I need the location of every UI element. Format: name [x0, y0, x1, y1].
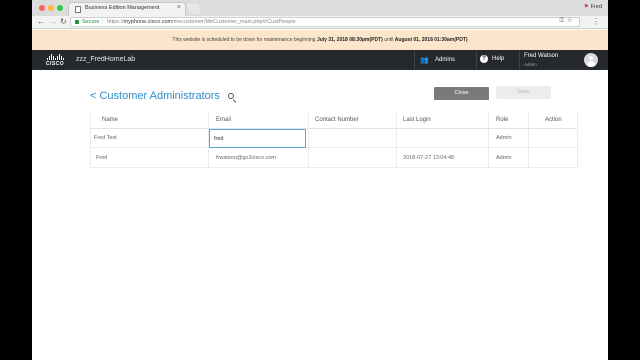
customer-name: zzz_FredHomeLab — [76, 56, 136, 63]
table-header: Name Email Contact Number Last Login Rol… — [90, 112, 578, 129]
admins-label: Admins — [435, 57, 456, 63]
name-cell: Fred — [96, 155, 108, 161]
secure-label: Secure — [82, 19, 100, 25]
page-title[interactable]: < Customer Administrators — [90, 90, 220, 102]
close-window-button[interactable] — [39, 5, 45, 11]
column-header-name: Name — [102, 117, 119, 123]
back-arrow-icon[interactable]: ← — [37, 17, 45, 27]
cisco-logo-text: CISCO — [45, 61, 65, 67]
url-path: /mecustomer/MeCustomer_main.php#/CustPeo… — [172, 19, 296, 25]
column-header-last-login: Last Login — [403, 117, 431, 123]
column-header-action: Action — [545, 117, 562, 123]
tab-title: Business Edition Management — [85, 5, 160, 11]
close-button[interactable]: Close — [434, 87, 489, 100]
user-name: Fred Watson — [524, 53, 559, 59]
cisco-logo-bars — [44, 54, 66, 60]
search-icon[interactable] — [228, 93, 237, 104]
banner-prefix: This website is scheduled to be down for… — [172, 37, 317, 43]
banner-end-time: August 01, 2018 01:30am(PDT) — [394, 37, 468, 43]
lock-icon — [75, 20, 79, 24]
user-role: Admin — [524, 62, 537, 67]
new-tab-button[interactable] — [186, 4, 202, 14]
email-field[interactable] — [209, 129, 306, 148]
avatar[interactable] — [584, 53, 598, 67]
admins-button[interactable]: 👥 Admins — [416, 50, 476, 70]
table-row[interactable]: Fred frwatson@go2cisco.com 2018-07-27 13… — [90, 149, 578, 168]
tab-strip: Business Edition Management × ⚑ Fred — [32, 0, 608, 16]
address-bar[interactable]: Secure | https://myphone.cisco.com/mecus… — [70, 17, 580, 27]
contact-number-field[interactable] — [312, 129, 392, 148]
table-row-edit: Fred Test Admin — [90, 129, 578, 148]
role-cell[interactable]: Admin — [496, 129, 512, 148]
browser-toolbar: ← → ↻ Secure | https://myphone.cisco.com… — [32, 16, 608, 29]
role-cell: Admin — [496, 155, 512, 161]
url-scheme: https:// — [107, 19, 124, 25]
banner-start-time: July 31, 2018 08:30pm(PDT) — [316, 37, 383, 43]
profile-name: Fred — [590, 4, 602, 10]
cisco-logo: CISCO — [44, 54, 66, 67]
users-icon: 👥 — [420, 57, 429, 64]
profile-icon: ⚑ — [583, 4, 589, 10]
browser-tab[interactable]: Business Edition Management × — [68, 2, 186, 16]
header-divider — [519, 50, 520, 70]
avatar-body — [587, 61, 595, 67]
browser-menu-icon[interactable]: ⋮ — [592, 17, 600, 26]
page-icon — [75, 6, 81, 13]
column-header-role: Role — [496, 117, 509, 123]
user-menu[interactable]: Fred Watson Admin — [522, 52, 582, 68]
help-label: Help — [492, 56, 505, 62]
maximize-window-button[interactable] — [57, 5, 63, 11]
column-header-email: Email — [216, 117, 232, 123]
app-header: CISCO zzz_FredHomeLab 👥 Admins ? Help Fr… — [32, 50, 608, 70]
help-icon: ? — [480, 55, 488, 63]
forward-arrow-icon[interactable]: → — [49, 17, 57, 27]
reload-icon[interactable]: ↻ — [60, 17, 67, 27]
minimize-window-button[interactable] — [48, 5, 54, 11]
avatar-head — [589, 56, 593, 60]
maintenance-banner: This website is scheduled to be down for… — [32, 30, 608, 50]
email-cell: frwatson@go2cisco.com — [216, 155, 276, 161]
last-login-cell: 2018-07-27 13:04:48 — [403, 155, 455, 161]
close-tab-icon[interactable]: × — [177, 4, 181, 11]
url-host: myphone.cisco.com — [123, 19, 173, 25]
banner-middle: until — [382, 37, 395, 43]
name-field[interactable]: Fred Test — [94, 129, 117, 148]
help-button[interactable]: ? Help — [478, 50, 520, 70]
browser-window: Business Edition Management × ⚑ Fred ← → … — [32, 0, 608, 360]
header-divider — [476, 50, 477, 70]
profile-button[interactable]: ⚑ Fred — [584, 4, 602, 10]
url-separator: | — [102, 19, 104, 25]
key-star-icons[interactable]: ⚿☆ — [560, 18, 575, 25]
save-button[interactable]: Save — [496, 86, 551, 99]
url-text: https://myphone.cisco.com/mecustomer/MeC… — [107, 19, 296, 25]
column-header-contact: Contact Number — [315, 117, 359, 123]
header-divider — [414, 50, 415, 70]
